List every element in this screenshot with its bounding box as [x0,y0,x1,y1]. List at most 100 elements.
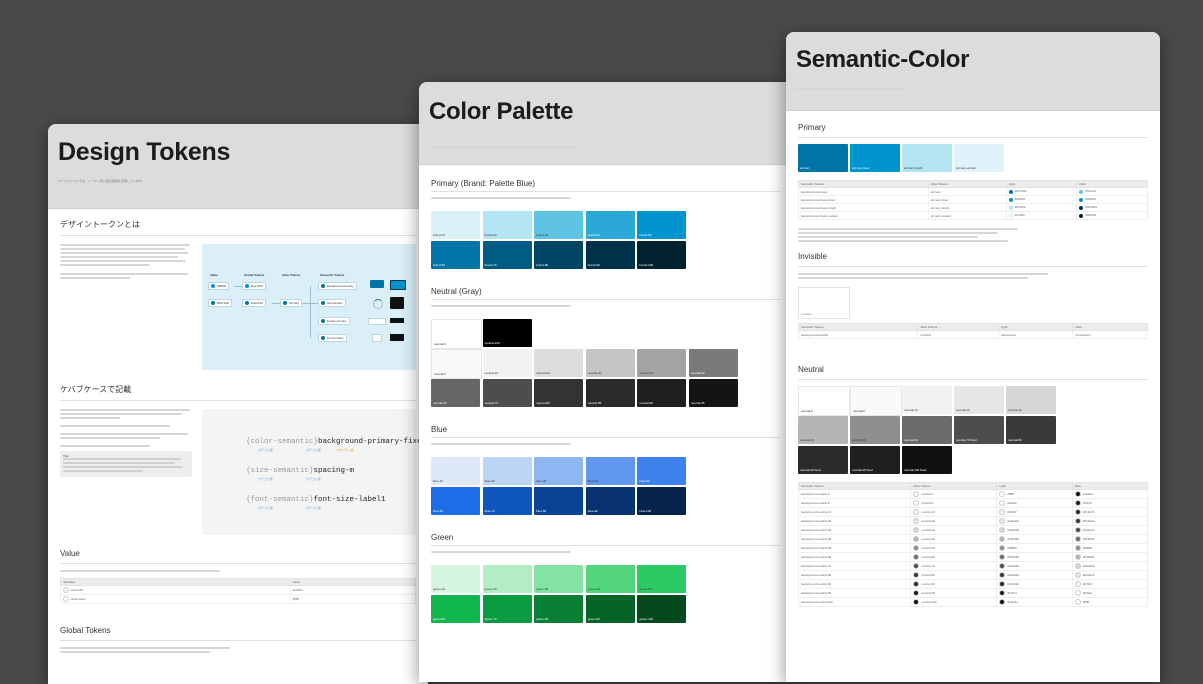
section-title-invisible: Invisible [798,252,827,261]
color-swatch: blue-70 [482,487,532,515]
swatch-label: green-90 [587,617,600,621]
preview-spinner [373,299,383,309]
color-swatch: blue-10 [431,457,480,485]
palette-body: Primary (Brand: Palette Blue) brand-10 bra… [419,165,793,682]
swatch-label: neutral-10 [484,371,499,375]
color-swatch: primary [798,144,848,172]
swatch-label: blue-70 [484,509,495,513]
table-row: white-base #ffffff [60,594,417,604]
swatch-label: blue-100 [639,509,652,513]
diagram-header-global: Global Tokens [244,273,265,277]
palette-section-title: Neutral (Gray) [431,287,482,296]
color-swatch: neutral-85 [585,379,635,407]
table-row: brand-50 #e3f2fd [60,585,417,595]
table-row: background-primary primary #0074a6 #5fc4e3 [798,187,1148,196]
section-title-value: Value [60,549,80,558]
swatch-label: primary-bright [904,166,923,170]
table-row: background-neutral-5 neutral-5 #fafafa #1f1… [797,498,1149,508]
color-swatch: neutral-50 [850,416,900,444]
design-tokens-title: Design Tokens [58,138,231,166]
swatch-label: brand-80 [536,263,549,267]
section-title-what-are-tokens: デザイントークンとは [60,220,140,229]
color-swatch: green-80 [534,595,584,623]
color-swatch: neutral-60 [431,379,480,407]
invisible-token-table: Semantic Tokens Alias Tokens Light Dark bac… [797,323,1148,339]
table-row: background-primary-fixed primary-fixed #00… [798,195,1148,204]
swatch-label: neutral-85 [587,401,602,405]
color-swatch: neutral-10 [902,386,952,414]
color-swatch: brand-20 [482,211,532,239]
color-swatch: blue-80 [534,487,584,515]
swatch-label: brand-20 [484,233,497,237]
swatch-label: neutral-90 fixed [800,468,821,472]
swatch-label: green-80 [536,617,549,621]
swatch-label: neutral-30 [1008,408,1022,412]
color-swatch: green-60 [431,595,480,623]
diagram-header-semantic: Semantic Tokens [320,273,345,277]
invisible-swatch: invisible [798,287,850,319]
color-swatch: neutral-30 [1006,386,1056,414]
semantic-color-card[interactable]: Semantic-Color Primary primary primary-fi… [786,32,1160,682]
swatch-label: brand-50 [639,233,652,237]
preview-icon-dark [390,334,404,341]
swatch-label: neutral-20 [536,371,550,375]
swatch-label: green-20 [484,587,497,591]
diagram-node-global-2: brand-60 [242,299,267,308]
palette-section-title: Green [431,533,454,542]
color-swatch: neutral-5 [850,386,902,416]
swatch-label: neutral-30 [587,371,602,375]
color-swatch: neutral-90 [637,379,687,407]
color-swatch: neutral-40 [637,349,687,377]
color-swatch: green-20 [482,565,532,593]
color-swatch: green-90 [585,595,635,623]
color-swatch: neutral-30 [585,349,635,377]
swatch-label: blue-50 [639,479,650,483]
swatch-label: neutral-80 [1008,438,1022,442]
color-swatch: neutral-50 [689,349,738,377]
value-table: Variables Value brand-50 #e3f2fd white-bas… [60,578,417,604]
swatch-label: green-100 [639,617,654,621]
swatch-label: neutral-0 [434,342,446,346]
swatch-label: neutral-0 [801,409,813,413]
color-swatch: neutral-80 [1006,416,1056,444]
example-2: {size-semantic}spacing-m [246,467,355,475]
color-swatch: green-50 [637,565,687,593]
color-swatch: neutral-0 [798,386,850,416]
palette-section-title: Primary (Brand: Palette Blue) [431,179,536,188]
section-title-neutral: Neutral [798,365,824,374]
swatch-label: neutral-40 [800,438,814,442]
color-swatch: blue-50 [637,457,687,485]
table-row: background-primary-variant primary-varian… [798,211,1148,220]
table-row: background-neutral-100 neutral-100 #111111… [797,597,1149,607]
swatch-label: blue-60 [433,509,444,513]
color-swatch: neutral-95 fixed [850,446,900,474]
neutral-swatches: neutral-0 neutral-5 neutral-10 neutral-20 ne… [798,386,1148,478]
color-swatch: neutral-100 fixed [902,446,952,474]
diagram-node-value: #f8f9fa [208,282,230,291]
color-swatch: brand-70 [482,241,532,269]
swatch-label: neutral-20 [956,408,970,412]
swatch-label: primary-variant [956,166,977,170]
section-title-primary: Primary [798,123,826,132]
diagram-node-semantic-3: border-primary [318,317,350,326]
color-swatch: brand-90 [585,241,635,269]
diagram-node-alias: primary [280,299,303,308]
swatch-label: brand-70 [484,263,497,267]
table-row: background-neutral-70 neutral-70 #4d4d4d #d… [797,561,1149,571]
color-swatch: neutral-70 [482,379,532,407]
color-swatch: blue-20 [482,457,532,485]
swatch-label: green-50 [639,587,652,591]
table-row: background-invisible invisible transparent… [797,330,1148,339]
table-row: background-neutral-95 neutral-95 #1f1f1f #f… [797,588,1149,598]
color-swatch: brand-80 [534,241,584,269]
design-tokens-card[interactable]: Design Tokens ベースファイルでは、トークン名と値の関係を定義してい… [48,124,428,684]
color-swatch: neutral-90 fixed [798,446,848,474]
tips-note: Tips [60,451,192,477]
swatch-label: blue-20 [484,479,495,483]
color-swatch: green-30 [534,565,584,593]
color-swatch: green-10 [431,565,480,593]
color-palette-card[interactable]: Color Palette Primary (Brand: Palette Bl… [419,82,793,682]
table-row: background-neutral-10 neutral-10 #f2f2f2 #2… [797,507,1149,517]
swatch-label: green-60 [433,617,446,621]
swatch-label: blue-10 [433,479,444,483]
